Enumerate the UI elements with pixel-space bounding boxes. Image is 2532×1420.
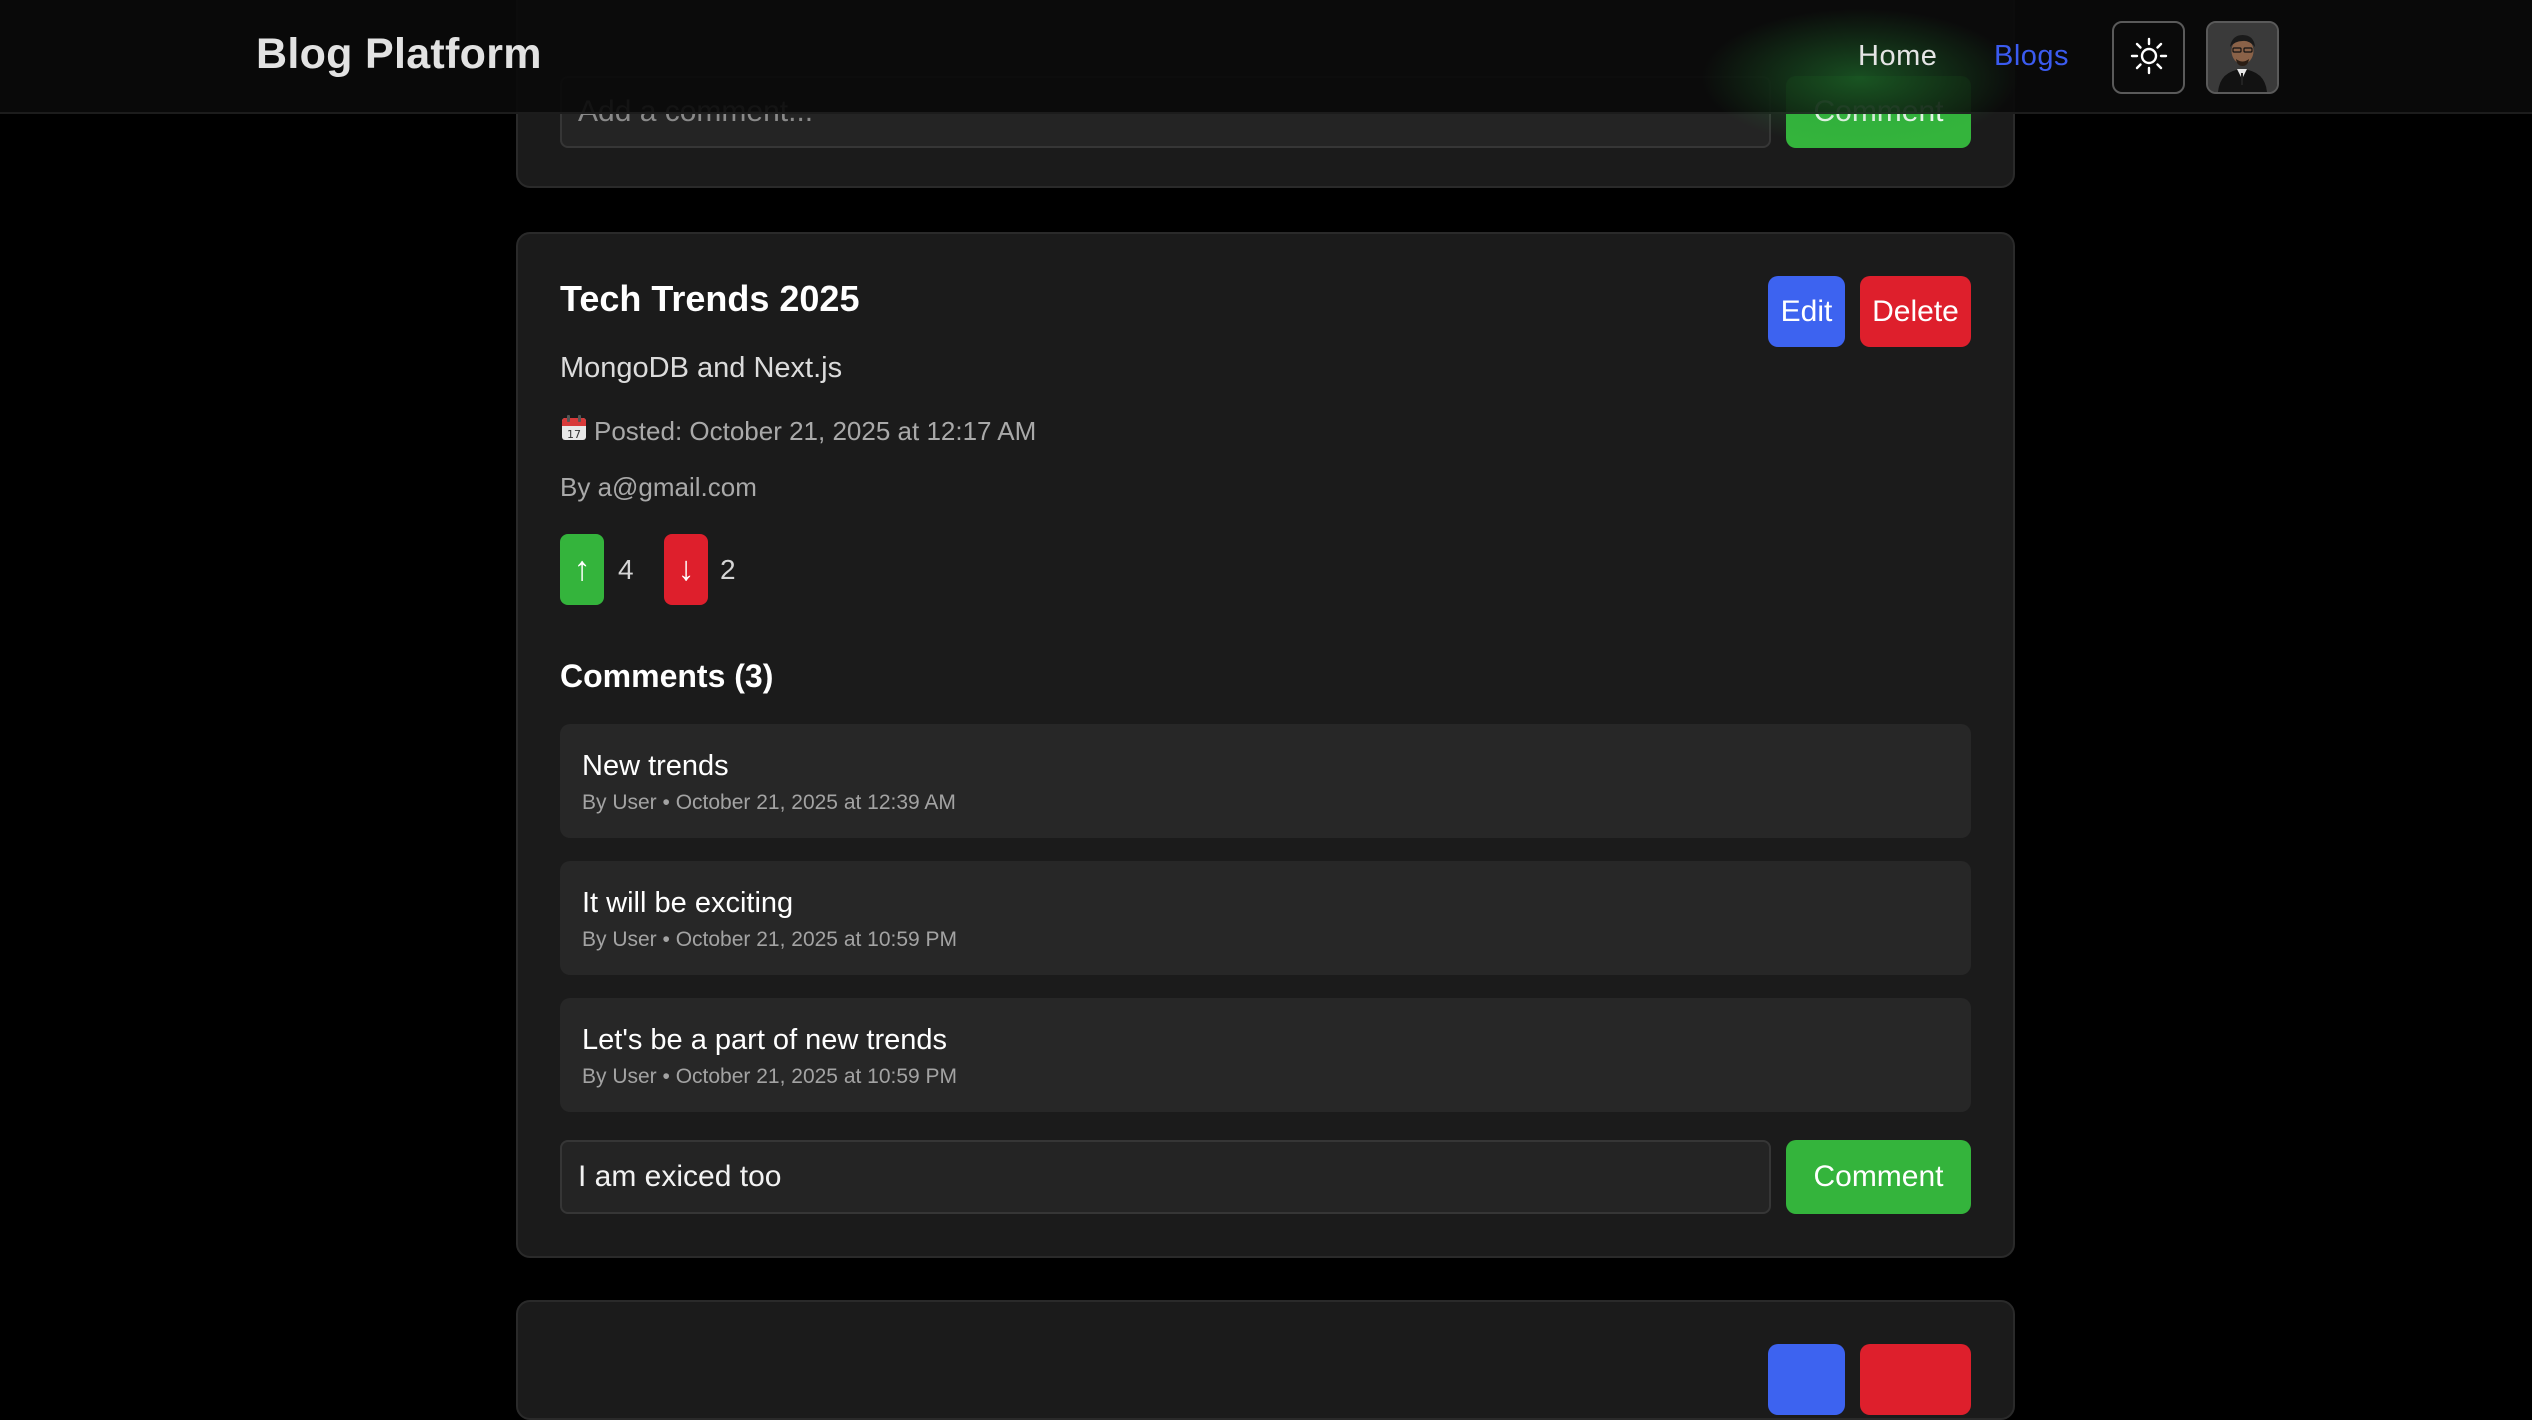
comment-meta: By User • October 21, 2025 at 10:59 PM <box>582 928 958 951</box>
brand-logo[interactable]: Blog Platform <box>256 30 542 79</box>
post-date-text: Posted: October 21, 2025 at 12:17 AM <box>594 416 1037 446</box>
nav-link-home[interactable]: Home <box>1858 40 1937 73</box>
next-post-card <box>516 1300 2015 1420</box>
navbar: Blog Platform Home Blogs <box>0 0 2532 148</box>
comment-text: New trends <box>582 750 729 782</box>
comment-item: Let's be a part of new trends By User • … <box>560 998 1971 1112</box>
calendar-icon: 17 <box>560 414 588 449</box>
comment-item: New trends By User • October 21, 2025 at… <box>560 724 1971 838</box>
upvote-count: 4 <box>618 554 634 585</box>
comment-text: Let's be a part of new trends <box>582 1024 948 1056</box>
post-subtitle: MongoDB and Next.js <box>560 352 843 384</box>
avatar-image <box>2208 23 2277 92</box>
downvote-button[interactable]: ↓ <box>664 534 708 605</box>
comment-item: It will be exciting By User • October 21… <box>560 861 1971 975</box>
comment-button[interactable]: Comment <box>1786 1140 1971 1214</box>
post-card: Tech Trends 2025 Edit Delete MongoDB and… <box>516 232 2015 1258</box>
post-date: 17 Posted: October 21, 2025 at 12:17 AM <box>560 414 1036 449</box>
comments-heading: Comments (3) <box>560 658 774 694</box>
comment-meta: By User • October 21, 2025 at 10:59 PM <box>582 1065 958 1088</box>
comment-meta: By User • October 21, 2025 at 12:39 AM <box>582 791 956 814</box>
theme-toggle-button[interactable] <box>2112 21 2185 94</box>
nav-link-blogs[interactable]: Blogs <box>1994 40 2069 73</box>
arrow-down-icon: ↓ <box>677 550 695 588</box>
delete-button[interactable] <box>1860 1344 1971 1415</box>
comment-input[interactable]: I am exiced too <box>560 1140 1771 1214</box>
post-title: Tech Trends 2025 <box>560 278 860 319</box>
sun-icon <box>2129 36 2169 79</box>
edit-button[interactable] <box>1768 1344 1845 1415</box>
arrow-up-icon: ↑ <box>573 550 591 588</box>
comment-text: It will be exciting <box>582 887 794 919</box>
delete-button[interactable]: Delete <box>1860 276 1971 347</box>
downvote-count: 2 <box>720 554 736 585</box>
user-avatar[interactable] <box>2206 21 2279 94</box>
upvote-button[interactable]: ↑ <box>560 534 604 605</box>
edit-button[interactable]: Edit <box>1768 276 1845 347</box>
svg-text:17: 17 <box>567 428 581 441</box>
post-author: By a@gmail.com <box>560 472 757 502</box>
